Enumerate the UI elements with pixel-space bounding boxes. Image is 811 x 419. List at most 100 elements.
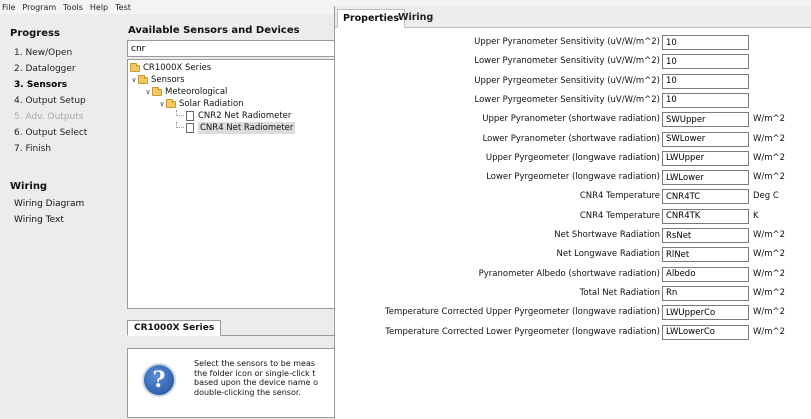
property-value-input[interactable]	[662, 208, 749, 224]
sensor-search-input[interactable]	[127, 40, 337, 57]
property-value-input[interactable]	[662, 285, 749, 301]
property-row: Upper Pyranometer Sensitivity (uV/W/m^2)	[335, 34, 811, 52]
sensor-document-icon	[186, 123, 194, 133]
property-label: Lower Pyranometer (shortwave radiation)	[482, 133, 660, 144]
property-unit: W/m^2	[753, 287, 786, 298]
help-box: ? Select the sensors to be meas the fold…	[127, 348, 337, 418]
step-output-select[interactable]: 6. Output Select	[0, 125, 122, 141]
chevron-down-icon[interactable]: ∨	[130, 74, 138, 86]
help-line: based upon the device name o	[194, 378, 318, 387]
wiring-heading: Wiring	[10, 181, 48, 192]
tree-node-label: Sensors	[151, 75, 185, 85]
chevron-down-icon[interactable]: ∨	[158, 98, 166, 110]
property-value-input[interactable]	[662, 266, 749, 282]
property-label: CNR4 Temperature	[579, 191, 660, 202]
menu-file[interactable]: File	[2, 3, 15, 12]
property-row: Lower Pyrgeometer Sensitivity (uV/W/m^2)	[335, 92, 811, 110]
chevron-down-icon[interactable]: ∨	[144, 86, 152, 98]
tree-node-label: CNR2 Net Radiometer	[198, 111, 292, 121]
help-line: double-clicking the sensor.	[194, 387, 301, 397]
step-adv-outputs: 5. Adv. Outputs	[14, 112, 84, 122]
property-label: CNR4 Temperature	[579, 210, 660, 221]
property-value-input[interactable]	[662, 189, 749, 205]
property-value-input[interactable]	[662, 150, 749, 166]
property-value-input[interactable]	[662, 112, 749, 128]
property-unit: W/m^2	[753, 133, 786, 144]
menu-tools[interactable]: Tools	[63, 3, 83, 12]
tree-node-label: Meteorological	[165, 87, 228, 97]
property-row: CNR4 Temperature K	[335, 208, 811, 226]
menu-program[interactable]: Program	[22, 3, 56, 12]
property-value-input[interactable]	[662, 247, 749, 263]
property-value-input[interactable]	[662, 35, 749, 50]
property-unit: W/m^2	[753, 230, 786, 240]
property-label: Upper Pyranometer (shortwave radiation)	[482, 114, 660, 125]
step-datalogger[interactable]: 2. Datalogger	[0, 61, 122, 77]
tree-connector	[176, 110, 184, 116]
property-label: Pyranometer Albedo (shortwave radiation)	[478, 268, 660, 279]
property-unit: W/m^2	[753, 268, 786, 279]
property-row: Temperature Corrected Lower Pyrgeometer …	[335, 324, 811, 342]
wiring-text-link[interactable]: Wiring Text	[0, 212, 122, 228]
property-value-input[interactable]	[662, 170, 749, 186]
tree-node-solar-radiation[interactable]: ∨ Solar Radiation	[128, 98, 336, 110]
property-label: Net Shortwave Radiation	[554, 230, 660, 240]
step-finish[interactable]: 7. Finish	[0, 141, 122, 157]
step-output-setup[interactable]: 4. Output Setup	[0, 93, 122, 109]
property-row: Lower Pyranometer Sensitivity (uV/W/m^2)	[335, 53, 811, 71]
tab-cr1000x-series[interactable]: CR1000X Series	[127, 320, 222, 336]
tree-node-meteorological[interactable]: ∨ Meteorological	[128, 86, 336, 98]
tree-node-label: CNR4 Net Radiometer	[198, 122, 296, 134]
property-label: Lower Pyrgeometer Sensitivity (uV/W/m^2)	[474, 94, 661, 105]
property-label: Temperature Corrected Upper Pyrgeometer …	[385, 307, 660, 318]
step-sensors[interactable]: 3. Sensors	[0, 77, 122, 93]
sensors-title: Available Sensors and Devices	[128, 25, 300, 36]
property-value-input[interactable]	[662, 324, 749, 340]
property-row: CNR4 Temperature Deg C	[335, 188, 811, 206]
wiring-diagram-link[interactable]: Wiring Diagram	[0, 196, 122, 212]
progress-sidebar: Progress 1. New/Open 2. Datalogger 3. Se…	[0, 18, 122, 419]
property-value-input[interactable]	[662, 92, 749, 108]
property-row: Total Net Radiation W/m^2	[335, 285, 811, 303]
property-value-input[interactable]	[662, 305, 749, 321]
property-unit: W/m^2	[753, 152, 786, 163]
properties-panel: Properties Wiring Upper Pyranometer Sens…	[334, 6, 811, 419]
property-unit: K	[753, 210, 759, 221]
property-label: Lower Pyranometer Sensitivity (uV/W/m^2)	[474, 56, 660, 67]
property-row: Upper Pyrgeometer Sensitivity (uV/W/m^2)	[335, 73, 811, 91]
tab-wiring[interactable]: Wiring	[393, 9, 438, 28]
tree-node-cnr2[interactable]: CNR2 Net Radiometer	[128, 110, 336, 122]
help-question-icon: ?	[142, 363, 176, 397]
property-label: Temperature Corrected Lower Pyrgeometer …	[385, 326, 660, 337]
property-label: Upper Pyrgeometer Sensitivity (uV/W/m^2)	[474, 75, 660, 86]
property-unit: W/m^2	[753, 172, 786, 183]
tree-node-label: CR1000X Series	[143, 63, 212, 73]
property-row: Net Longwave Radiation W/m^2	[335, 246, 811, 264]
property-value-input[interactable]	[662, 54, 749, 70]
sensor-tree: CR1000X Series ∨ Sensors ∨ Meteorologica…	[127, 59, 337, 309]
property-value-input[interactable]	[662, 73, 749, 89]
properties-tab-strip: Properties Wiring	[335, 6, 811, 28]
tree-node-cr1000x[interactable]: CR1000X Series	[128, 62, 336, 74]
folder-icon	[166, 98, 176, 108]
sensor-document-icon	[186, 111, 194, 121]
property-value-input[interactable]	[662, 228, 749, 243]
step-new-open[interactable]: 1. New/Open	[0, 45, 122, 61]
property-label: Lower Pyrgeometer (longwave radiation)	[486, 172, 660, 183]
folder-icon	[152, 86, 162, 96]
property-label: Net Longwave Radiation	[556, 249, 661, 260]
property-unit: W/m^2	[753, 307, 786, 318]
menu-test[interactable]: Test	[115, 3, 131, 12]
tree-node-sensors[interactable]: ∨ Sensors	[128, 74, 336, 86]
sensors-panel: Available Sensors and Devices CR1000X Se…	[122, 18, 337, 419]
property-row: Temperature Corrected Upper Pyrgeometer …	[335, 304, 811, 322]
menu-help[interactable]: Help	[90, 3, 108, 12]
property-row: Upper Pyrgeometer (longwave radiation) W/…	[335, 150, 811, 168]
help-line: the folder icon or single-click t	[194, 368, 316, 378]
property-row: Net Shortwave Radiation W/m^2	[335, 227, 811, 245]
property-row: Pyranometer Albedo (shortwave radiation)…	[335, 266, 811, 284]
property-value-input[interactable]	[662, 131, 749, 147]
tree-node-cnr4[interactable]: CNR4 Net Radiometer	[128, 122, 336, 134]
property-unit: W/m^2	[753, 114, 786, 125]
property-row: Lower Pyranometer (shortwave radiation) W…	[335, 131, 811, 149]
